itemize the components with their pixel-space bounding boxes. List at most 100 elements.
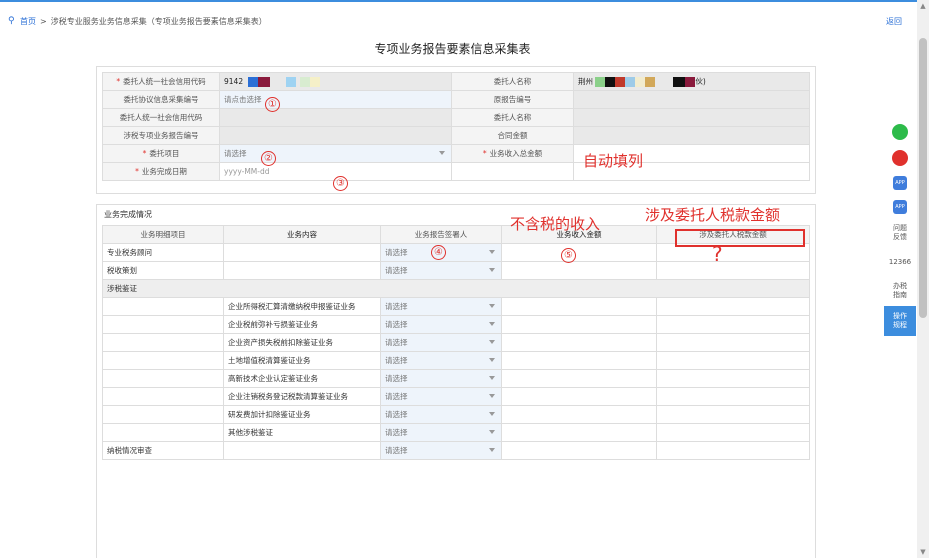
client-name-label: 委托人名称 [451, 72, 574, 91]
completion-body: 专业税务顾问 请选择 税收策划 请选择 涉税鉴证 企业所得税汇算清缴纳税申报鉴证业务 请选择… [102, 243, 810, 460]
client-tax-input[interactable] [656, 297, 810, 316]
client-tax-input[interactable] [656, 423, 810, 442]
signer-select[interactable]: 请选择 [380, 261, 502, 280]
table-row: 税收策划 请选择 [102, 261, 810, 280]
row-content: 企业注销税务登记税款清算鉴证业务 [223, 387, 381, 406]
income-input[interactable] [501, 405, 657, 424]
signer-select[interactable]: 请选择 [380, 333, 502, 352]
annotation-excl-tax: 不含税的收入 [510, 215, 601, 233]
row-item [102, 387, 224, 406]
signer-select-placeholder: 请选择 [385, 392, 408, 401]
breadcrumb-separator: > [40, 16, 47, 26]
sidebar-hotline[interactable]: 12366 [884, 248, 916, 276]
row-item: 专业税务顾问 [102, 243, 224, 262]
signer-select[interactable]: 请选择 [380, 315, 502, 334]
scroll-up-arrow-icon[interactable]: ▲ [919, 2, 927, 10]
original-report-no-field [573, 90, 810, 109]
client-tax-input[interactable] [656, 387, 810, 406]
client-name2-label: 委托人名称 [451, 108, 574, 127]
sidebar-feedback[interactable]: 问题反馈 [884, 218, 916, 248]
location-pin-icon: ⚲ [8, 16, 15, 26]
breadcrumb-home-link[interactable]: 首页 [20, 16, 36, 27]
signer-select[interactable]: 请选择 [380, 369, 502, 388]
income-input[interactable] [501, 387, 657, 406]
sidebar-guide[interactable]: 办税指南 [884, 276, 916, 306]
row-item [102, 369, 224, 388]
signer-select[interactable]: 请选择 [380, 387, 502, 406]
client-tax-input[interactable] [656, 261, 810, 280]
table-row: 纳税情况审查 请选择 [102, 441, 810, 460]
signer-select[interactable]: 请选择 [380, 423, 502, 442]
chevron-down-icon [489, 304, 495, 308]
signer-select[interactable]: 请选择 [380, 297, 502, 316]
row-content: 土地增值税清算鉴证业务 [223, 351, 381, 370]
sidebar-wechat[interactable] [884, 118, 916, 146]
income-input[interactable] [501, 423, 657, 442]
scrollbar-thumb[interactable] [919, 38, 927, 318]
row-content: 企业资产损失税前扣除鉴证业务 [223, 333, 381, 352]
client-tax-input[interactable] [656, 333, 810, 352]
income-input[interactable] [501, 315, 657, 334]
page-title: 专项业务报告要素信息采集表 [374, 42, 531, 56]
chevron-down-icon [439, 151, 445, 155]
signer-select[interactable]: 请选择 [380, 441, 502, 460]
sidebar-weibo[interactable] [884, 146, 916, 170]
client-name2-field [573, 108, 810, 127]
signer-select[interactable]: 请选择 [380, 405, 502, 424]
row-content: 企业所得税汇算清缴纳税申报鉴证业务 [223, 297, 381, 316]
chevron-down-icon [489, 358, 495, 362]
contract-amount-label: 合同金额 [451, 126, 574, 145]
client-tax-input[interactable] [656, 369, 810, 388]
client-name-field: 荆州 伙) [573, 72, 810, 91]
empty-cell [451, 162, 574, 181]
breadcrumb-current: 涉税专业服务业务信息采集（专项业务报告要素信息采集表） [50, 16, 267, 26]
weibo-icon [892, 150, 908, 166]
row-item: 纳税情况审查 [102, 441, 224, 460]
completion-date-label: * 业务完成日期 [102, 162, 220, 181]
client-tax-input[interactable] [656, 441, 810, 460]
income-input[interactable] [501, 333, 657, 352]
sidebar-app-1[interactable]: APP [884, 170, 916, 196]
chevron-down-icon [489, 340, 495, 344]
original-report-no-label: 原报告编号 [451, 90, 574, 109]
income-input[interactable] [501, 261, 657, 280]
income-input[interactable] [501, 351, 657, 370]
agreement-no-input[interactable]: 请点击选择 [219, 90, 452, 109]
annotation-question: ? [712, 242, 723, 266]
chevron-down-icon [489, 412, 495, 416]
row-content [223, 261, 381, 280]
group-row: 涉税鉴证 [102, 279, 810, 298]
chevron-down-icon [489, 448, 495, 452]
right-sidebar: APP APP 问题反馈 12366 办税指南 操作规程 [884, 118, 916, 336]
signer-select-placeholder: 请选择 [385, 320, 408, 329]
signer-select-placeholder: 请选择 [385, 248, 408, 257]
client-tax-input[interactable] [656, 315, 810, 334]
header-content: 业务内容 [223, 225, 381, 244]
entrusted-item-select[interactable]: 请选择 [219, 144, 452, 163]
return-link[interactable]: 返回 [886, 16, 902, 27]
table-row: 其他涉税鉴证 请选择 [102, 423, 810, 442]
income-input[interactable] [501, 369, 657, 388]
sidebar-app-2[interactable]: APP [884, 196, 916, 218]
income-input[interactable] [501, 441, 657, 460]
signer-select-placeholder: 请选择 [385, 428, 408, 437]
client-tax-input[interactable] [656, 405, 810, 424]
annotation-circle-1: ① [265, 97, 280, 112]
sidebar-manual[interactable]: 操作规程 [884, 306, 916, 336]
special-report-no-label: 涉税专项业务报告编号 [102, 126, 220, 145]
signer-select[interactable]: 请选择 [380, 351, 502, 370]
signer-select-placeholder: 请选择 [385, 338, 408, 347]
chevron-down-icon [489, 250, 495, 254]
table-row: 企业税前弥补亏损鉴证业务 请选择 [102, 315, 810, 334]
basic-info-panel: * 委托人统一社会信用代码 9142 委托人名称 荆州 伙) 委托协议信息采集编号… [96, 66, 816, 194]
row-item [102, 351, 224, 370]
income-input[interactable] [501, 243, 657, 262]
income-input[interactable] [501, 297, 657, 316]
chevron-down-icon [489, 430, 495, 434]
entrusted-item-label: * 委托项目 [102, 144, 220, 163]
group-label: 涉税鉴证 [102, 279, 810, 298]
signer-select-placeholder: 请选择 [385, 410, 408, 419]
annotation-circle-3: ③ [333, 176, 348, 191]
client-tax-input[interactable] [656, 351, 810, 370]
scroll-down-arrow-icon[interactable]: ▼ [919, 548, 927, 556]
